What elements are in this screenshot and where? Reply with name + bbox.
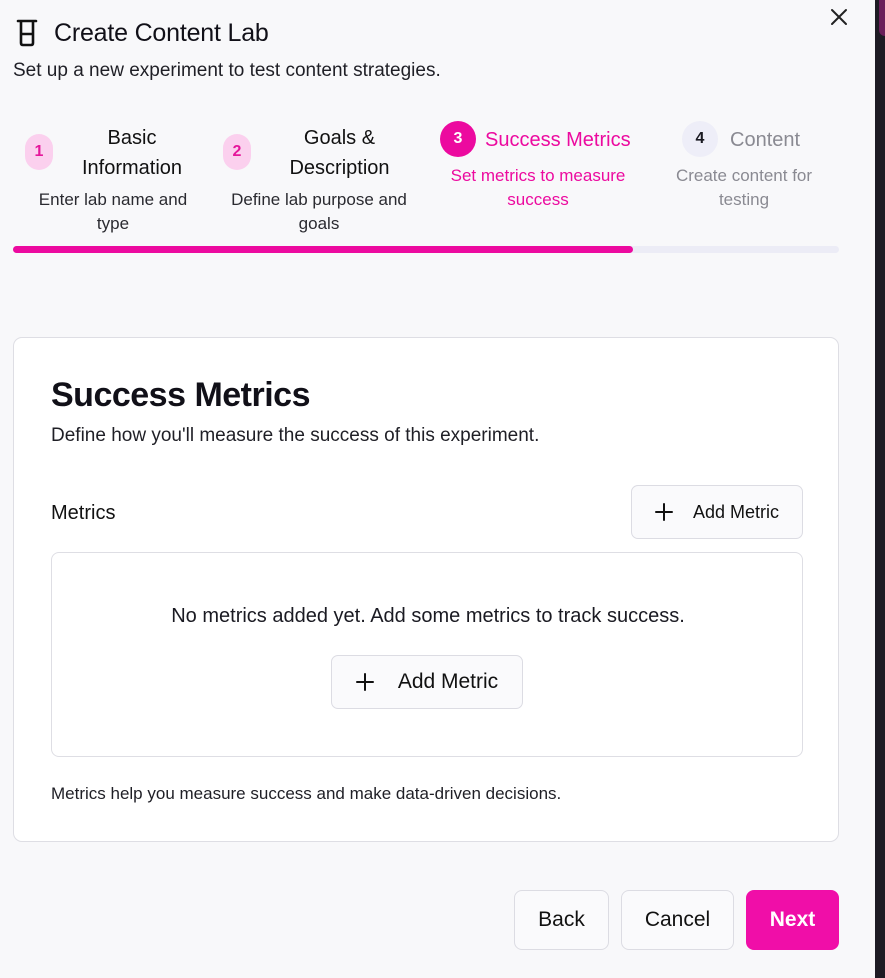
step-description-line1: Define lab purpose and [231,190,407,209]
beaker-icon [16,19,38,47]
step-title-line2: Information [81,157,183,179]
step-title-line1: Goals & [303,127,376,149]
close-button[interactable] [826,4,852,30]
step-description-line2: type [96,214,130,233]
backdrop-accent [879,0,885,36]
create-content-lab-dialog: Create Content Lab Set up a new experime… [0,0,875,978]
step-description-line1: Create content for [675,166,813,185]
close-icon [831,9,847,25]
progress-bar [13,246,839,253]
step-description-line2: goals [298,214,340,233]
dialog-header: Create Content Lab [14,16,269,50]
plus-icon [355,673,374,691]
step-description-line2: testing [718,190,770,209]
add-metric-label: Add Metric [397,670,499,693]
stepper: 1 Basic Information Enter lab name and t… [13,118,839,248]
step-title: Success Metrics [485,129,631,151]
step-success-metrics[interactable]: 3 Success Metrics Set metrics to measure… [437,118,645,238]
progress-bar-fill [13,246,633,253]
empty-state-message: No metrics added yet. Add some metrics t… [171,605,685,627]
step-description-line1: Enter lab name and [38,190,188,209]
card-title: Success Metrics [51,376,311,414]
backdrop [875,0,885,978]
step-title: Content [730,129,801,151]
success-metrics-card: Success Metrics Define how you'll measur… [13,337,839,842]
dialog-subtitle: Set up a new experiment to test content … [13,60,441,81]
add-metric-empty-button[interactable]: Add Metric [331,655,523,709]
metrics-hint: Metrics help you measure success and mak… [51,784,562,803]
step-content[interactable]: 4 Content Create content for testing [656,118,839,238]
cancel-button[interactable]: Cancel [621,890,734,950]
add-metric-button[interactable]: Add Metric [631,485,803,539]
step-description-line1: Set metrics to measure [450,166,626,185]
step-number-badge: 3 [440,121,476,157]
back-button[interactable]: Back [514,890,609,950]
dialog-title: Create Content Lab [54,18,269,47]
card-description: Define how you'll measure the success of… [51,425,540,446]
step-title-line1: Basic [107,127,157,149]
step-number-badge: 4 [682,121,718,157]
step-number-badge: 1 [25,134,53,170]
step-description-line2: success [507,190,569,209]
plus-icon [654,503,673,521]
metrics-empty-state: No metrics added yet. Add some metrics t… [51,552,803,757]
metrics-label: Metrics [51,502,116,524]
next-button[interactable]: Next [746,890,839,950]
step-title-line2: Description [289,157,390,179]
step-goals-description[interactable]: 2 Goals & Description Define lab purpose… [218,118,428,238]
step-number-badge: 2 [223,134,251,170]
step-basic-information[interactable]: 1 Basic Information Enter lab name and t… [13,118,213,238]
add-metric-label: Add Metric [692,501,780,522]
